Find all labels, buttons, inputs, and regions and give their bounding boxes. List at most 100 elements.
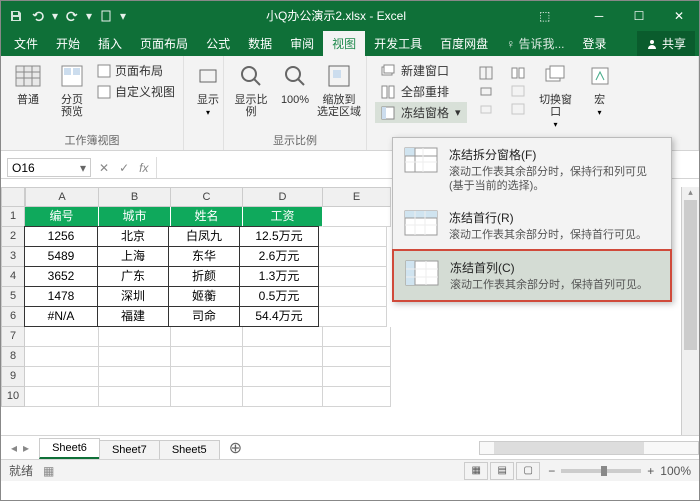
sheet-tab-3[interactable]: Sheet5 <box>159 440 220 459</box>
row-header[interactable]: 9 <box>1 367 25 387</box>
cell[interactable] <box>243 347 323 367</box>
cell[interactable] <box>25 327 99 347</box>
sheet-nav-prev[interactable]: ◂ <box>11 441 17 455</box>
hide-button[interactable] <box>473 82 499 100</box>
tab-insert[interactable]: 插入 <box>89 31 131 56</box>
tab-home[interactable]: 开始 <box>47 31 89 56</box>
close-button[interactable]: ✕ <box>659 1 699 30</box>
name-box[interactable]: O16▾ <box>7 158 91 177</box>
pagelayout-view-icon[interactable]: ▤ <box>490 462 514 480</box>
cell[interactable]: 5489 <box>24 246 98 267</box>
reset-pos-button[interactable] <box>505 100 531 118</box>
vertical-scrollbar[interactable]: ▴ <box>681 187 699 435</box>
touch-mode-icon[interactable] <box>97 7 115 25</box>
cell[interactable] <box>171 367 243 387</box>
cell[interactable] <box>243 327 323 347</box>
cell[interactable]: 1478 <box>24 286 98 307</box>
tell-me[interactable]: ♀ 告诉我... <box>497 31 573 56</box>
tab-baidu[interactable]: 百度网盘 <box>431 31 497 56</box>
recording-icon[interactable]: ▦ <box>43 464 54 478</box>
zoom-slider[interactable] <box>561 469 641 473</box>
unhide-button[interactable] <box>473 100 499 118</box>
row-header[interactable]: 2 <box>1 227 25 247</box>
cell[interactable]: 3652 <box>24 266 98 287</box>
cell[interactable] <box>323 367 391 387</box>
column-header[interactable]: A <box>25 187 99 207</box>
sync-scroll-button[interactable] <box>505 82 531 100</box>
row-header[interactable]: 3 <box>1 247 25 267</box>
redo-icon[interactable] <box>63 7 81 25</box>
freeze-first-column-option[interactable]: 冻结首列(C)滚动工作表其余部分时，保持首列可见。 <box>392 249 672 302</box>
cell[interactable] <box>171 387 243 407</box>
cell[interactable]: 深圳 <box>97 286 169 307</box>
cell[interactable] <box>171 327 243 347</box>
normal-view-icon[interactable]: ▦ <box>464 462 488 480</box>
cell[interactable]: 司命 <box>168 306 240 327</box>
view-side-button[interactable] <box>505 64 531 82</box>
cell[interactable]: 上海 <box>97 246 169 267</box>
cell[interactable] <box>319 227 387 247</box>
pagebreak-button[interactable]: 分页 预览 <box>51 58 93 120</box>
row-header[interactable]: 7 <box>1 327 25 347</box>
cell[interactable]: 东华 <box>168 246 240 267</box>
cell[interactable] <box>99 347 171 367</box>
tab-file[interactable]: 文件 <box>5 31 47 56</box>
share-button[interactable]: 共享 <box>637 31 695 56</box>
switch-window-button[interactable]: 切换窗口▾ <box>535 58 577 131</box>
cell[interactable] <box>243 387 323 407</box>
sheet-nav-next[interactable]: ▸ <box>23 441 29 455</box>
zoom-100-button[interactable]: 100% <box>274 58 316 108</box>
maximize-button[interactable]: ☐ <box>619 1 659 30</box>
cell[interactable]: 折颜 <box>168 266 240 287</box>
column-header[interactable]: C <box>171 187 243 207</box>
select-all-corner[interactable] <box>1 187 25 207</box>
cell[interactable]: 1.3万元 <box>239 266 319 287</box>
column-header[interactable]: D <box>243 187 323 207</box>
tab-developer[interactable]: 开发工具 <box>365 31 431 56</box>
row-header[interactable]: 10 <box>1 387 25 407</box>
show-button[interactable]: 显示▾ <box>190 58 226 119</box>
pagelayout-view-button[interactable]: 页面布局 <box>97 62 175 79</box>
chevron-down-icon[interactable]: ▾ <box>119 7 127 25</box>
zoom-button[interactable]: 显示比例 <box>230 58 272 120</box>
cell[interactable]: 0.5万元 <box>239 286 319 307</box>
custom-view-button[interactable]: 自定义视图 <box>97 83 175 100</box>
horizontal-scrollbar[interactable] <box>479 441 699 455</box>
freeze-panes-option[interactable]: 冻结拆分窗格(F)滚动工作表其余部分时，保持行和列可见(基于当前的选择)。 <box>393 138 671 201</box>
cell[interactable] <box>25 367 99 387</box>
cell[interactable] <box>323 327 391 347</box>
sheet-tab-2[interactable]: Sheet7 <box>99 440 160 459</box>
cell[interactable] <box>319 307 387 327</box>
cell[interactable] <box>323 387 391 407</box>
cell[interactable]: #N/A <box>24 306 98 327</box>
cell[interactable]: 姓名 <box>171 207 243 227</box>
tab-formulas[interactable]: 公式 <box>197 31 239 56</box>
normal-view-button[interactable]: 普通 <box>7 58 49 108</box>
cell[interactable]: 工资 <box>243 207 323 227</box>
chevron-down-icon[interactable]: ▾ <box>85 7 93 25</box>
login-button[interactable]: 登录 <box>574 31 616 56</box>
cell[interactable]: 1256 <box>24 226 98 247</box>
tab-review[interactable]: 审阅 <box>281 31 323 56</box>
zoom-selection-button[interactable]: 缩放到 选定区域 <box>318 58 360 120</box>
cell[interactable]: 12.5万元 <box>239 226 319 247</box>
cell[interactable] <box>323 207 391 227</box>
ribbon-options-icon[interactable]: ⬚ <box>539 9 579 23</box>
cell[interactable]: 编号 <box>25 207 99 227</box>
row-header[interactable]: 6 <box>1 307 25 327</box>
cell[interactable] <box>25 387 99 407</box>
cell[interactable] <box>25 347 99 367</box>
freeze-panes-button[interactable]: 冻结窗格 ▾ <box>375 102 467 123</box>
undo-icon[interactable] <box>29 7 47 25</box>
split-button[interactable] <box>473 64 499 82</box>
tab-data[interactable]: 数据 <box>239 31 281 56</box>
cell[interactable]: 白凤九 <box>168 226 240 247</box>
column-header[interactable]: E <box>323 187 391 207</box>
cell[interactable] <box>319 287 387 307</box>
cell[interactable] <box>99 367 171 387</box>
zoom-in-button[interactable]: + <box>647 464 654 478</box>
cell[interactable]: 姬蘅 <box>168 286 240 307</box>
tab-pagelayout[interactable]: 页面布局 <box>131 31 197 56</box>
row-header[interactable]: 8 <box>1 347 25 367</box>
row-header[interactable]: 5 <box>1 287 25 307</box>
